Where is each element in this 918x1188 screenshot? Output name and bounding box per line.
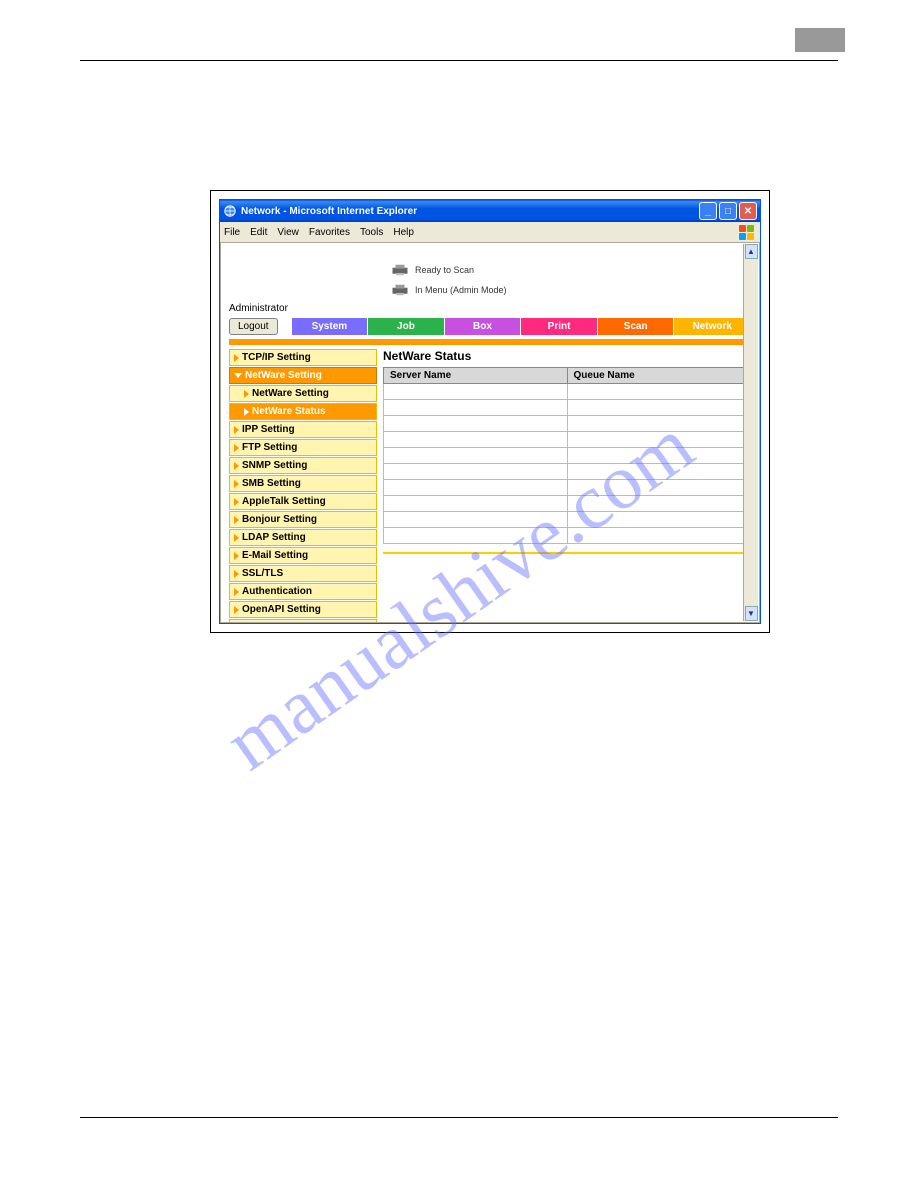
triangle-icon bbox=[234, 444, 239, 452]
status-line-2: In Menu (Admin Mode) bbox=[415, 285, 507, 295]
triangle-icon bbox=[244, 408, 249, 416]
sidebar-item-email[interactable]: E-Mail Setting bbox=[229, 547, 377, 564]
panel-separator bbox=[383, 552, 751, 554]
sidebar-item-tcpip[interactable]: TCP/IP Setting bbox=[229, 349, 377, 366]
sidebar-item-tcpsocket[interactable]: TCP Socket Setting bbox=[229, 619, 377, 623]
table-row bbox=[384, 512, 751, 528]
table-row bbox=[384, 416, 751, 432]
sidebar-item-appletalk[interactable]: AppleTalk Setting bbox=[229, 493, 377, 510]
menu-tools[interactable]: Tools bbox=[360, 227, 383, 238]
triangle-icon bbox=[234, 480, 239, 488]
triangle-icon bbox=[234, 426, 239, 434]
printer-icon bbox=[391, 283, 409, 297]
menu-help[interactable]: Help bbox=[393, 227, 414, 238]
sidebar-item-ipp[interactable]: IPP Setting bbox=[229, 421, 377, 438]
window-titlebar: Network - Microsoft Internet Explorer _ … bbox=[220, 200, 760, 222]
tab-network[interactable]: Network bbox=[674, 318, 751, 335]
sidebar-item-smb[interactable]: SMB Setting bbox=[229, 475, 377, 492]
triangle-icon bbox=[244, 390, 249, 398]
table-row bbox=[384, 400, 751, 416]
triangle-icon bbox=[234, 570, 239, 578]
table-row bbox=[384, 480, 751, 496]
ie-icon bbox=[223, 204, 237, 218]
window-minimize-button[interactable]: _ bbox=[699, 202, 717, 220]
main-toolbar: Logout System Job Box Print Scan Network bbox=[229, 318, 751, 335]
triangle-down-icon bbox=[234, 373, 242, 378]
menu-edit[interactable]: Edit bbox=[250, 227, 267, 238]
window-title: Network - Microsoft Internet Explorer bbox=[241, 206, 417, 217]
tab-system[interactable]: System bbox=[292, 318, 369, 335]
windows-flag-icon bbox=[738, 224, 756, 240]
settings-sidebar: TCP/IP Setting NetWare Setting NetWare S… bbox=[229, 349, 377, 623]
triangle-icon bbox=[234, 498, 239, 506]
main-panel: NetWare Status Server Name Queue Name bbox=[383, 349, 751, 623]
menu-file[interactable]: File bbox=[224, 227, 240, 238]
administrator-label: Administrator bbox=[229, 303, 759, 314]
table-row bbox=[384, 384, 751, 400]
panel-title: NetWare Status bbox=[383, 349, 751, 363]
table-row bbox=[384, 496, 751, 512]
header-rule bbox=[80, 60, 838, 61]
tab-print[interactable]: Print bbox=[521, 318, 598, 335]
col-server-name: Server Name bbox=[384, 368, 568, 384]
triangle-icon bbox=[234, 552, 239, 560]
sidebar-sub-netware-setting[interactable]: NetWare Setting bbox=[229, 385, 377, 402]
page-number-block bbox=[795, 28, 845, 52]
sidebar-sub-netware-status[interactable]: NetWare Status bbox=[229, 403, 377, 420]
table-row bbox=[384, 528, 751, 544]
menu-favorites[interactable]: Favorites bbox=[309, 227, 350, 238]
triangle-icon bbox=[234, 354, 239, 362]
sidebar-item-ssl[interactable]: SSL/TLS bbox=[229, 565, 377, 582]
netware-status-table: Server Name Queue Name bbox=[383, 367, 751, 544]
triangle-icon bbox=[234, 588, 239, 596]
window-maximize-button[interactable]: □ bbox=[719, 202, 737, 220]
device-status-block: Ready to Scan In Menu (Admin Mode) bbox=[391, 263, 759, 297]
printer-icon bbox=[391, 263, 409, 277]
sidebar-item-snmp[interactable]: SNMP Setting bbox=[229, 457, 377, 474]
browser-window: Network - Microsoft Internet Explorer _ … bbox=[219, 199, 761, 624]
sidebar-item-authentication[interactable]: Authentication bbox=[229, 583, 377, 600]
sidebar-item-openapi[interactable]: OpenAPI Setting bbox=[229, 601, 377, 618]
sidebar-item-ldap[interactable]: LDAP Setting bbox=[229, 529, 377, 546]
scroll-up-button[interactable]: ▲ bbox=[745, 244, 758, 259]
page-content: ▲ ▼ Ready to Scan In Menu (Admin Mode) A… bbox=[220, 243, 760, 623]
tab-scan[interactable]: Scan bbox=[598, 318, 675, 335]
tab-job[interactable]: Job bbox=[368, 318, 445, 335]
sidebar-item-bonjour[interactable]: Bonjour Setting bbox=[229, 511, 377, 528]
logout-button[interactable]: Logout bbox=[229, 318, 278, 335]
tab-box[interactable]: Box bbox=[445, 318, 522, 335]
table-row bbox=[384, 464, 751, 480]
triangle-icon bbox=[234, 516, 239, 524]
accent-bar bbox=[229, 339, 751, 345]
footer-rule bbox=[80, 1117, 838, 1118]
browser-menubar: File Edit View Favorites Tools Help bbox=[220, 222, 760, 243]
scrollbar[interactable]: ▲ ▼ bbox=[743, 244, 758, 621]
triangle-icon bbox=[234, 534, 239, 542]
status-line-1: Ready to Scan bbox=[415, 265, 474, 275]
triangle-icon bbox=[234, 606, 239, 614]
table-row bbox=[384, 432, 751, 448]
sidebar-item-ftp[interactable]: FTP Setting bbox=[229, 439, 377, 456]
menu-view[interactable]: View bbox=[277, 227, 299, 238]
scroll-down-button[interactable]: ▼ bbox=[745, 606, 758, 621]
sidebar-item-netware[interactable]: NetWare Setting bbox=[229, 367, 377, 384]
table-row bbox=[384, 448, 751, 464]
screenshot-frame: Network - Microsoft Internet Explorer _ … bbox=[210, 190, 770, 633]
window-close-button[interactable]: ✕ bbox=[739, 202, 757, 220]
triangle-icon bbox=[234, 462, 239, 470]
col-queue-name: Queue Name bbox=[567, 368, 750, 384]
